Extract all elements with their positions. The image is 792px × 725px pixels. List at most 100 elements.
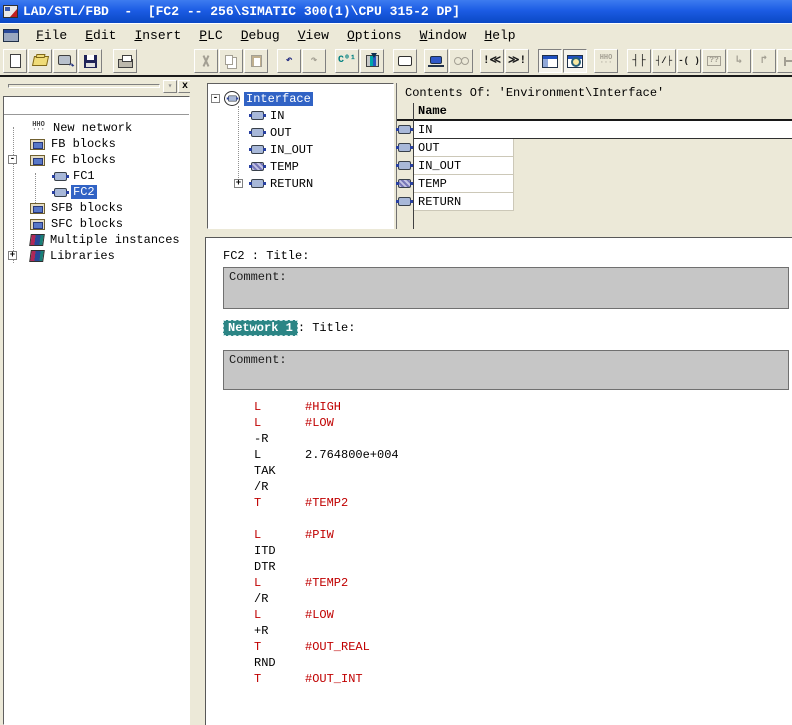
- interface-item-in[interactable]: IN: [208, 107, 393, 124]
- detail-view-toggle-button[interactable]: [563, 49, 587, 73]
- contents-row-out[interactable]: OUT: [397, 139, 792, 157]
- next-error-icon: ≫!: [508, 56, 526, 67]
- contents-row-in[interactable]: IN: [397, 121, 792, 139]
- network-label[interactable]: Network 1: [223, 320, 298, 336]
- contact-no-icon: ┤├: [632, 56, 645, 67]
- dock-drag-handle[interactable]: [8, 84, 160, 88]
- undo-button[interactable]: ↶: [277, 49, 301, 73]
- dock-menu-button[interactable]: ▾: [163, 80, 177, 93]
- code-line[interactable]: TAK: [254, 464, 792, 480]
- code-line[interactable]: /R: [254, 480, 792, 496]
- menu-window[interactable]: Window: [411, 26, 476, 45]
- tree-item-label: SFC blocks: [49, 217, 125, 231]
- code-line[interactable]: L2.764800e+004: [254, 448, 792, 464]
- tree-item-fc2[interactable]: FC2: [4, 184, 189, 200]
- menu-edit[interactable]: Edit: [76, 26, 125, 45]
- code-blank-line[interactable]: [254, 512, 792, 528]
- tree-item-libraries[interactable]: +Libraries: [4, 248, 189, 264]
- contents-row-return[interactable]: RETURN: [397, 193, 792, 211]
- contents-row-in-out[interactable]: IN_OUT: [397, 157, 792, 175]
- download-button[interactable]: [360, 49, 384, 73]
- close-branch-icon: ↱: [761, 56, 768, 67]
- contents-row-temp[interactable]: TEMP: [397, 175, 792, 193]
- new-file-button[interactable]: [3, 49, 27, 73]
- next-error-button[interactable]: ≫!: [505, 49, 529, 73]
- network-comment-field[interactable]: Comment:: [223, 350, 789, 390]
- menu-file[interactable]: File: [27, 26, 76, 45]
- expander-minus-icon[interactable]: -: [211, 94, 220, 103]
- tree-item-fb-blocks[interactable]: FB blocks: [4, 136, 189, 152]
- tree-item-fc1[interactable]: FC1: [4, 168, 189, 184]
- overview-dock-grip[interactable]: ▾ x: [6, 80, 190, 93]
- comment-toggle-button[interactable]: [393, 49, 417, 73]
- download-icon: [366, 55, 379, 67]
- contact-nc-button[interactable]: ┤/├: [652, 49, 676, 73]
- menu-options[interactable]: Options: [338, 26, 411, 45]
- menu-debug[interactable]: Debug: [232, 26, 289, 45]
- save-button[interactable]: [78, 49, 102, 73]
- code-line[interactable]: T#OUT_INT: [254, 672, 792, 688]
- stl-code[interactable]: L#HIGHL#LOW-RL2.764800e+004TAK/RT#TEMP2L…: [206, 400, 792, 688]
- tree-item-sfb-blocks[interactable]: SFB blocks: [4, 200, 189, 216]
- code-line[interactable]: /R: [254, 592, 792, 608]
- interface-item-return[interactable]: +RETURN: [208, 175, 393, 192]
- symbol-information-button[interactable]: [424, 49, 448, 73]
- tree-item-multiple-instances[interactable]: Multiple instances: [4, 232, 189, 248]
- code-line[interactable]: L#TEMP2: [254, 576, 792, 592]
- block-icon: [54, 172, 67, 181]
- block-icon: [398, 125, 411, 134]
- code-line[interactable]: L#LOW: [254, 608, 792, 624]
- operand: #OUT_INT: [305, 672, 363, 686]
- code-line[interactable]: T#TEMP2: [254, 496, 792, 512]
- tree-item-new-network[interactable]: HHO···New network: [4, 120, 189, 136]
- code-line[interactable]: DTR: [254, 560, 792, 576]
- code-line[interactable]: RND: [254, 656, 792, 672]
- code-line[interactable]: L#PIW: [254, 528, 792, 544]
- mdi-child-window-icon[interactable]: [3, 29, 19, 42]
- menu-insert[interactable]: Insert: [125, 26, 190, 45]
- menu-view[interactable]: View: [289, 26, 338, 45]
- tree-item-label: FC1: [71, 169, 97, 183]
- code-line[interactable]: L#HIGH: [254, 400, 792, 416]
- overview-toggle-button[interactable]: [538, 49, 562, 73]
- operand: #LOW: [305, 416, 334, 430]
- menu-plc[interactable]: PLC: [190, 26, 231, 45]
- block-with-arrow-button[interactable]: [53, 49, 77, 73]
- code-line[interactable]: L#LOW: [254, 416, 792, 432]
- open-file-button[interactable]: [28, 49, 52, 73]
- tree-item-sfc-blocks[interactable]: SFC blocks: [4, 216, 189, 232]
- menu-help[interactable]: Help: [475, 26, 524, 45]
- mnemonic: TAK: [254, 464, 305, 478]
- name-cell[interactable]: [414, 121, 792, 139]
- previous-error-button[interactable]: !≪: [480, 49, 504, 73]
- interface-item-out[interactable]: OUT: [208, 124, 393, 141]
- symbolic-representation-button[interactable]: C⁰¹: [335, 49, 359, 73]
- block-icon: [398, 197, 411, 206]
- code-line[interactable]: T#OUT_REAL: [254, 640, 792, 656]
- expander-plus-icon[interactable]: +: [234, 179, 243, 188]
- interface-item-temp[interactable]: TEMP: [208, 158, 393, 175]
- interface-item-in-out[interactable]: IN_OUT: [208, 141, 393, 158]
- contact-no-button[interactable]: ┤├: [627, 49, 651, 73]
- block-icon: [228, 95, 237, 101]
- block-comment-field[interactable]: Comment:: [223, 267, 789, 309]
- block-icon: [251, 179, 264, 188]
- code-line[interactable]: +R: [254, 624, 792, 640]
- vertical-splitter[interactable]: [190, 77, 205, 725]
- print-button[interactable]: [113, 49, 137, 73]
- code-line[interactable]: ITD: [254, 544, 792, 560]
- code-line[interactable]: -R: [254, 432, 792, 448]
- contents-table-header-row[interactable]: Name: [397, 103, 792, 121]
- expander-minus-icon[interactable]: -: [8, 155, 17, 164]
- block-icon: [251, 145, 264, 154]
- interface-item-interface[interactable]: -Interface: [208, 90, 393, 107]
- stl-editor-pane[interactable]: FC2 : Title: Comment: Network 1: Title: …: [205, 237, 792, 725]
- horizontal-splitter[interactable]: [205, 229, 792, 237]
- expander-plus-icon[interactable]: +: [8, 251, 17, 260]
- mnemonic: L: [254, 608, 305, 622]
- block-title[interactable]: FC2 : Title:: [223, 249, 309, 263]
- new-network-button: HHO···: [594, 49, 618, 73]
- tree-item-fc-blocks[interactable]: -FC blocks: [4, 152, 189, 168]
- coil-button[interactable]: -( ): [677, 49, 701, 73]
- work-area: ▾ x HHO···New networkFB blocks-FC blocks…: [0, 77, 792, 725]
